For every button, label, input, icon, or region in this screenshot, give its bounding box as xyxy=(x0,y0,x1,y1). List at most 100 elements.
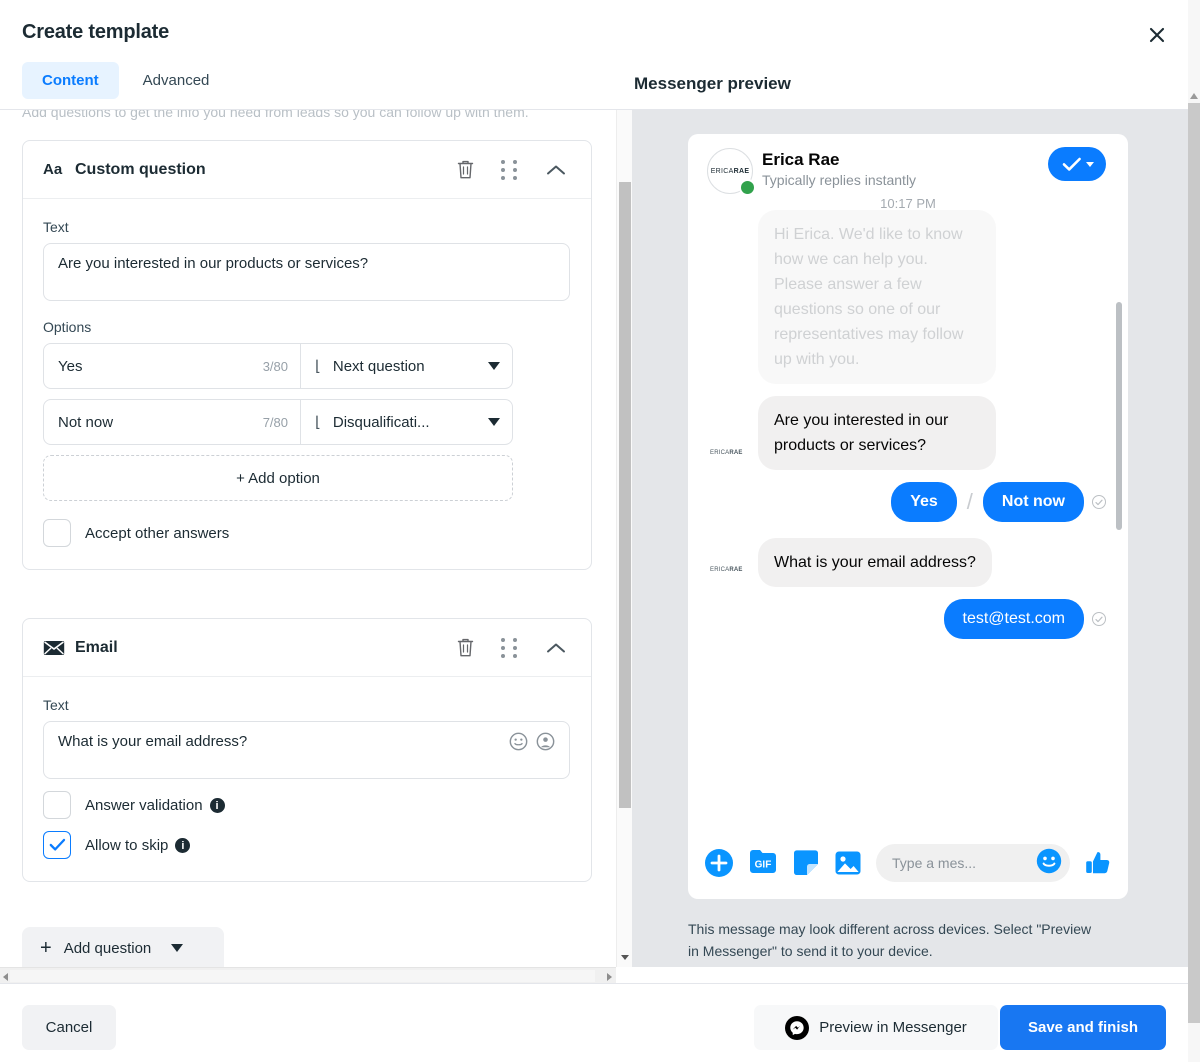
chevron-up-icon xyxy=(547,165,565,174)
question-text-value: Are you interested in our products or se… xyxy=(58,255,369,272)
add-question-button[interactable]: + Add question xyxy=(22,927,224,967)
text-type-icon: Aa xyxy=(43,161,63,178)
svg-text:GIF: GIF xyxy=(755,860,772,871)
chevron-down-icon xyxy=(1085,161,1094,167)
answer-validation-checkbox[interactable] xyxy=(43,791,71,819)
scroll-down-arrow-icon[interactable] xyxy=(621,955,629,960)
personalization-icon[interactable] xyxy=(536,732,555,751)
branch-arrow-icon: ⌊ xyxy=(315,358,321,375)
preview-in-messenger-button[interactable]: Preview in Messenger xyxy=(754,1005,998,1050)
thumbs-up-icon[interactable] xyxy=(1084,849,1112,877)
online-status-dot xyxy=(739,179,756,196)
content-panel: Add questions to get the info you need f… xyxy=(0,110,614,967)
question-title: Custom question xyxy=(75,160,206,178)
message-input[interactable]: Type a mes... xyxy=(876,844,1070,882)
quick-replies-row: Yes / Not now xyxy=(710,482,1106,522)
option-value: Yes xyxy=(58,357,83,375)
question-card-header: Aa Custom question xyxy=(23,141,591,199)
collapse-question-button[interactable] xyxy=(545,641,567,655)
chevron-down-icon xyxy=(488,362,500,370)
mini-avatar: ERICARAE xyxy=(710,567,752,587)
scroll-right-arrow-icon[interactable] xyxy=(607,973,612,981)
trash-icon xyxy=(457,160,474,179)
scroll-up-arrow-icon[interactable] xyxy=(1190,93,1198,99)
create-template-dialog: Create template Content Advanced Messeng… xyxy=(0,0,1188,1062)
dialog-footer: Cancel Preview in Messenger Save and fin… xyxy=(0,983,1188,1062)
messenger-icon xyxy=(785,1015,810,1040)
delete-question-button[interactable] xyxy=(456,159,475,180)
message-bubble: Hi Erica. We'd like to know how we can h… xyxy=(758,210,996,384)
option-value-input[interactable]: Not now 7/80 xyxy=(44,400,301,444)
question-card-email: Email Text What is your email address? A… xyxy=(22,618,592,882)
chat-scrollbar[interactable] xyxy=(1116,302,1122,530)
branch-arrow-icon: ⌊ xyxy=(315,414,321,431)
content-horizontal-scrollbar[interactable] xyxy=(0,967,616,983)
delete-question-button[interactable] xyxy=(456,637,475,658)
gif-icon[interactable]: GIF xyxy=(748,849,778,877)
accept-other-answers-checkbox[interactable] xyxy=(43,519,71,547)
scroll-left-arrow-icon[interactable] xyxy=(3,973,8,981)
option-target-value: Next question xyxy=(332,357,425,375)
option-row: Yes 3/80 ⌊ Next question xyxy=(43,343,513,389)
question-card-body: Text What is your email address? Answer … xyxy=(23,677,591,881)
emoji-icon[interactable] xyxy=(1036,848,1062,879)
mini-avatar: ERICARAE xyxy=(710,450,752,470)
question-title: Email xyxy=(75,638,118,656)
accept-other-answers-label: Accept other answers xyxy=(85,524,230,542)
page-scrollbar[interactable] xyxy=(1188,0,1200,1062)
page-scrollbar-thumb[interactable] xyxy=(1188,103,1200,1023)
emoji-picker-icon[interactable] xyxy=(509,732,528,751)
mini-avatar-text-light: ERICA xyxy=(710,450,730,456)
text-field-label: Text xyxy=(43,219,69,235)
preview-disclaimer: This message may look different across d… xyxy=(688,921,1092,959)
cancel-button[interactable]: Cancel xyxy=(22,1005,116,1050)
info-icon[interactable]: i xyxy=(209,798,225,814)
message-bubble: Are you interested in our products or se… xyxy=(758,396,996,470)
chat-message-list: Hi Erica. We'd like to know how we can h… xyxy=(688,210,1128,639)
check-icon xyxy=(49,838,65,851)
option-target-select[interactable]: ⌊ Next question xyxy=(301,344,512,388)
scrollbar-thumb[interactable] xyxy=(619,182,631,808)
allow-to-skip-row: Allow to skip i xyxy=(43,831,571,859)
plus-circle-icon[interactable] xyxy=(704,848,734,878)
chevron-up-icon xyxy=(547,643,565,652)
collapse-question-button[interactable] xyxy=(545,163,567,177)
question-text-input[interactable]: Are you interested in our products or se… xyxy=(43,243,570,301)
info-icon[interactable]: i xyxy=(175,838,191,854)
option-char-count: 7/80 xyxy=(262,414,288,430)
allow-to-skip-label: Allow to skip i xyxy=(85,837,191,854)
option-value-input[interactable]: Yes 3/80 xyxy=(44,344,301,388)
message-bubble: test@test.com xyxy=(943,599,1084,639)
content-vertical-scrollbar[interactable] xyxy=(616,110,632,967)
answer-validation-row: Answer validation i xyxy=(43,791,571,819)
quick-reply-yes[interactable]: Yes xyxy=(891,482,957,522)
email-question-text-input[interactable]: What is your email address? xyxy=(43,721,570,779)
mini-avatar-text-light: ERICA xyxy=(710,567,730,573)
avatar-text-bold: RAE xyxy=(733,167,750,175)
mini-avatar-text-bold: RAE xyxy=(729,567,743,573)
chevron-down-icon xyxy=(488,418,500,426)
answer-validation-label: Answer validation i xyxy=(85,797,225,814)
page-title: Create template xyxy=(22,21,170,43)
verified-badge-button[interactable] xyxy=(1048,147,1106,181)
messenger-phone-mock: ERICARAE Erica Rae Typically replies ins… xyxy=(688,134,1128,899)
add-option-button[interactable]: + Add option xyxy=(43,455,513,501)
option-row: Not now 7/80 ⌊ Disqualificati... xyxy=(43,399,513,445)
drag-handle-icon[interactable] xyxy=(501,637,519,658)
mini-avatar xyxy=(710,370,752,384)
quick-reply-not-now[interactable]: Not now xyxy=(982,482,1084,522)
save-and-finish-button[interactable]: Save and finish xyxy=(1000,1005,1166,1050)
image-icon[interactable] xyxy=(834,850,862,876)
messenger-preview-heading: Messenger preview xyxy=(634,74,791,93)
sticker-icon[interactable] xyxy=(792,849,820,877)
tab-advanced[interactable]: Advanced xyxy=(123,62,230,99)
close-button[interactable] xyxy=(1140,18,1174,52)
tab-content[interactable]: Content xyxy=(22,62,119,99)
drag-handle-icon[interactable] xyxy=(501,159,519,180)
message-bubble: What is your email address? xyxy=(758,538,992,587)
scrollbar-thumb[interactable] xyxy=(10,970,595,982)
allow-to-skip-checkbox[interactable] xyxy=(43,831,71,859)
chevron-down-icon xyxy=(171,944,184,952)
contact-status: Typically replies instantly xyxy=(762,172,917,188)
option-target-select[interactable]: ⌊ Disqualificati... xyxy=(301,400,512,444)
